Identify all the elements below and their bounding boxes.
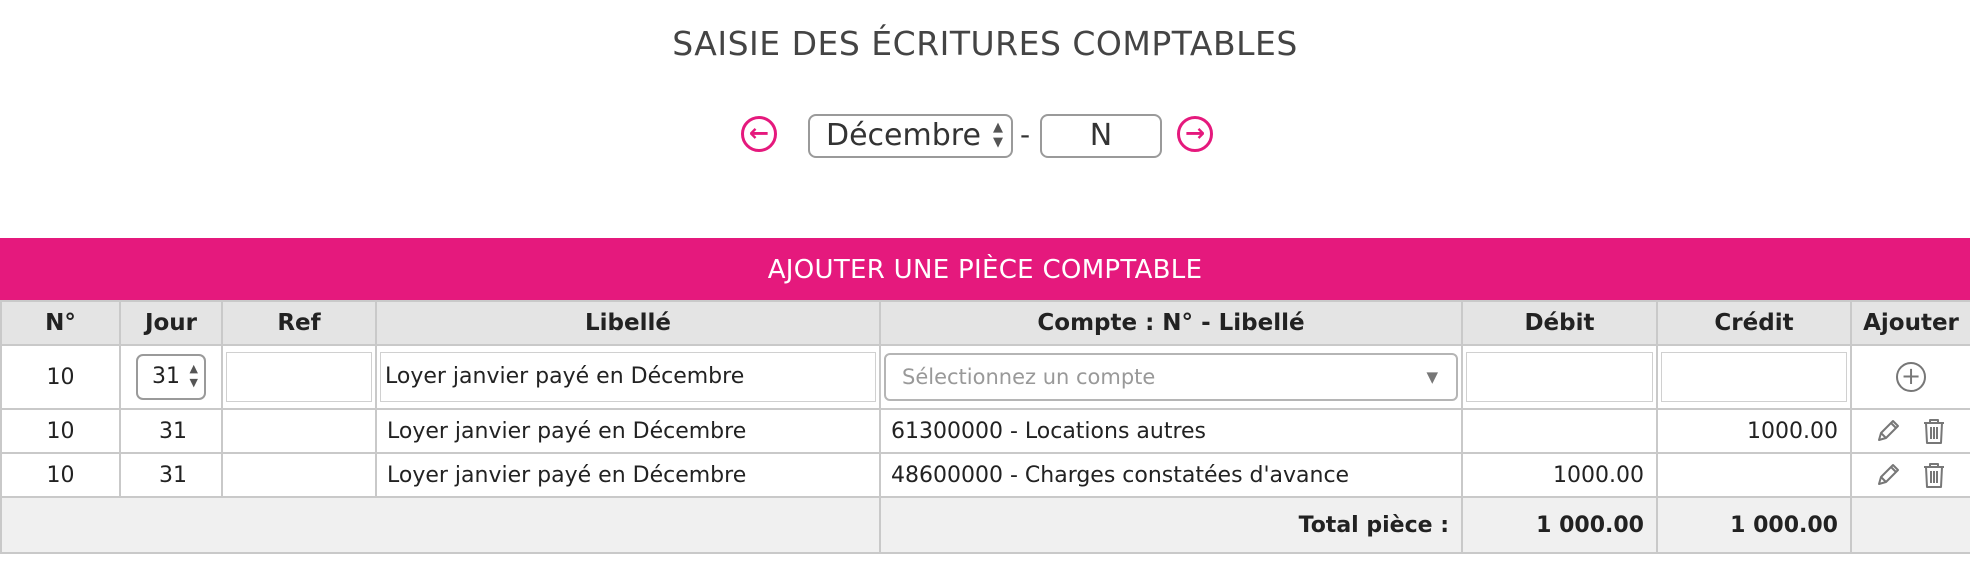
- trash-icon[interactable]: [1919, 460, 1949, 490]
- total-empty: [1850, 496, 1970, 554]
- row-day: 31: [119, 408, 223, 454]
- day-select[interactable]: 31 ▲ ▼: [136, 354, 206, 400]
- credit-input[interactable]: [1661, 352, 1847, 402]
- month-select[interactable]: Décembre ▲ ▼: [808, 114, 1013, 158]
- table-row: 10 31 Loyer janvier payé en Décembre 613…: [0, 408, 1970, 454]
- ref-input[interactable]: [226, 352, 372, 402]
- total-row: Total pièce : 1 000.00 1 000.00: [0, 496, 1970, 554]
- trash-icon[interactable]: [1919, 416, 1949, 446]
- table-header-row: N° Jour Ref Libellé Compte : N° - Libell…: [0, 300, 1970, 346]
- arrow-left-circle-icon[interactable]: ←: [741, 116, 777, 152]
- row-ref: [221, 408, 377, 454]
- year-field[interactable]: N: [1040, 114, 1162, 158]
- arrow-right-circle-icon[interactable]: →: [1177, 116, 1213, 152]
- label-input[interactable]: Loyer janvier payé en Décembre: [380, 352, 876, 402]
- debit-input[interactable]: [1466, 352, 1653, 402]
- row-credit: [1656, 452, 1852, 498]
- row-credit: 1000.00: [1656, 408, 1852, 454]
- plus-circle-icon[interactable]: +: [1896, 362, 1926, 392]
- row-debit: 1000.00: [1461, 452, 1658, 498]
- row-account: 61300000 - Locations autres: [879, 408, 1463, 454]
- header-day: Jour: [119, 300, 223, 346]
- row-actions: [1850, 452, 1970, 498]
- row-day: 31: [119, 452, 223, 498]
- entries-table: N° Jour Ref Libellé Compte : N° - Libell…: [0, 300, 1970, 554]
- select-arrows-icon: ▲ ▼: [993, 120, 1003, 150]
- row-num: 10: [0, 452, 121, 498]
- total-credit: 1 000.00: [1656, 496, 1852, 554]
- row-label: Loyer janvier payé en Décembre: [375, 408, 881, 454]
- header-debit: Débit: [1461, 300, 1658, 346]
- page-title: SAISIE DES ÉCRITURES COMPTABLES: [672, 24, 1298, 63]
- account-select[interactable]: Sélectionnez un compte ▼: [884, 353, 1458, 401]
- account-select-placeholder: Sélectionnez un compte: [902, 365, 1156, 389]
- total-label: Total pièce :: [879, 496, 1463, 554]
- header-add: Ajouter: [1850, 300, 1970, 346]
- header-credit: Crédit: [1656, 300, 1852, 346]
- table-row: 10 31 Loyer janvier payé en Décembre 486…: [0, 452, 1970, 498]
- row-account: 48600000 - Charges constatées d'avance: [879, 452, 1463, 498]
- month-select-value: Décembre: [826, 118, 981, 153]
- entry-input-row: 10 31 ▲ ▼ Loyer janvier payé en Décembre …: [0, 344, 1970, 410]
- total-debit: 1 000.00: [1461, 496, 1658, 554]
- row-label: Loyer janvier payé en Décembre: [375, 452, 881, 498]
- header-num: N°: [0, 300, 121, 346]
- header-account: Compte : N° - Libellé: [879, 300, 1463, 346]
- chevron-down-icon: ▼: [1426, 368, 1438, 386]
- add-entry-banner: AJOUTER UNE PIÈCE COMPTABLE: [0, 238, 1970, 300]
- period-separator: -: [1020, 118, 1031, 151]
- row-ref: [221, 452, 377, 498]
- header-label: Libellé: [375, 300, 881, 346]
- input-num: 10: [0, 344, 121, 410]
- pencil-icon[interactable]: [1873, 460, 1903, 490]
- total-spacer: [0, 496, 881, 554]
- pencil-icon[interactable]: [1873, 416, 1903, 446]
- period-navigation: ← Décembre ▲ ▼ - N →: [0, 114, 1970, 158]
- row-num: 10: [0, 408, 121, 454]
- day-select-value: 31: [152, 364, 180, 389]
- select-arrows-icon: ▲ ▼: [189, 362, 198, 389]
- row-debit: [1461, 408, 1658, 454]
- header-ref: Ref: [221, 300, 377, 346]
- row-actions: [1850, 408, 1970, 454]
